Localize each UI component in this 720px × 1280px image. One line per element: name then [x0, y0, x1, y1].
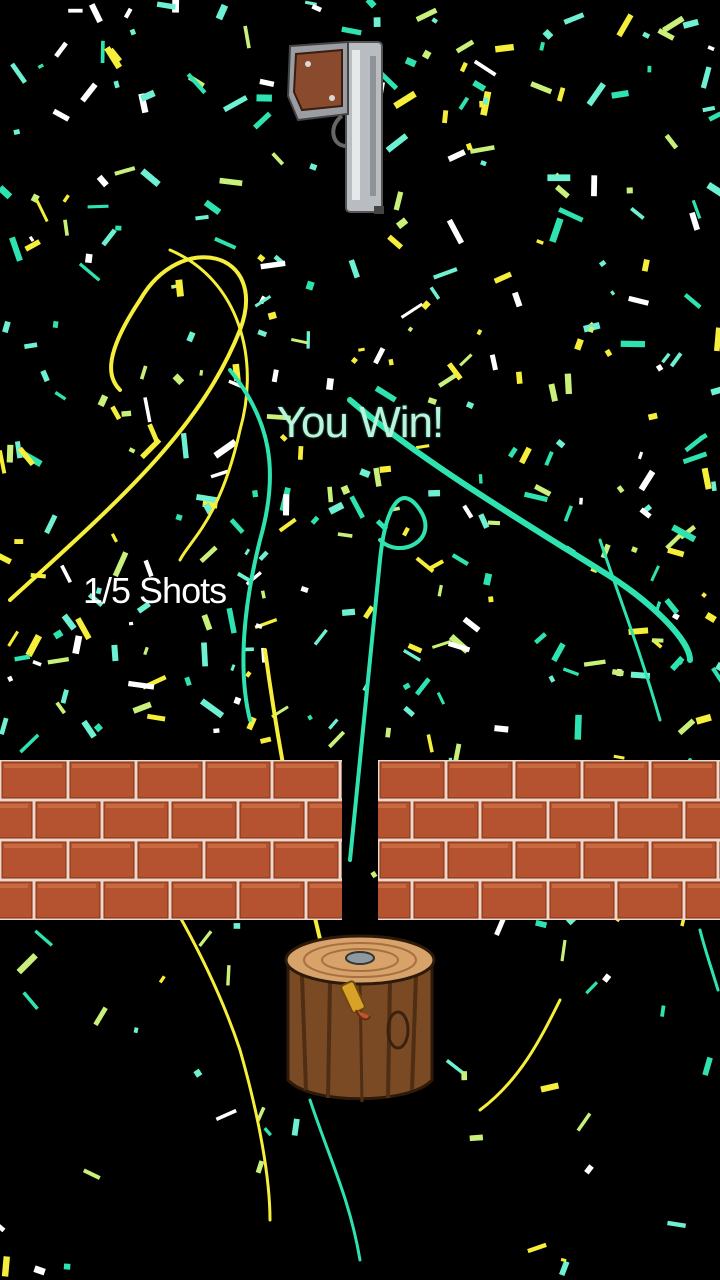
streamer: [478, 998, 562, 1112]
pistol-icon[interactable]: [284, 36, 394, 221]
streamer: [308, 1098, 362, 1262]
streamer: [598, 538, 662, 722]
game-stage[interactable]: You Win! 1/5 Shots: [0, 0, 720, 1280]
brick-wall-left: [0, 760, 342, 920]
brick-wall-right: [378, 760, 720, 920]
streamer: [698, 928, 720, 992]
shots-counter: 1/5 Shots: [83, 570, 227, 611]
win-message: You Win!: [276, 398, 444, 447]
tree-stump-icon[interactable]: [280, 930, 440, 1110]
